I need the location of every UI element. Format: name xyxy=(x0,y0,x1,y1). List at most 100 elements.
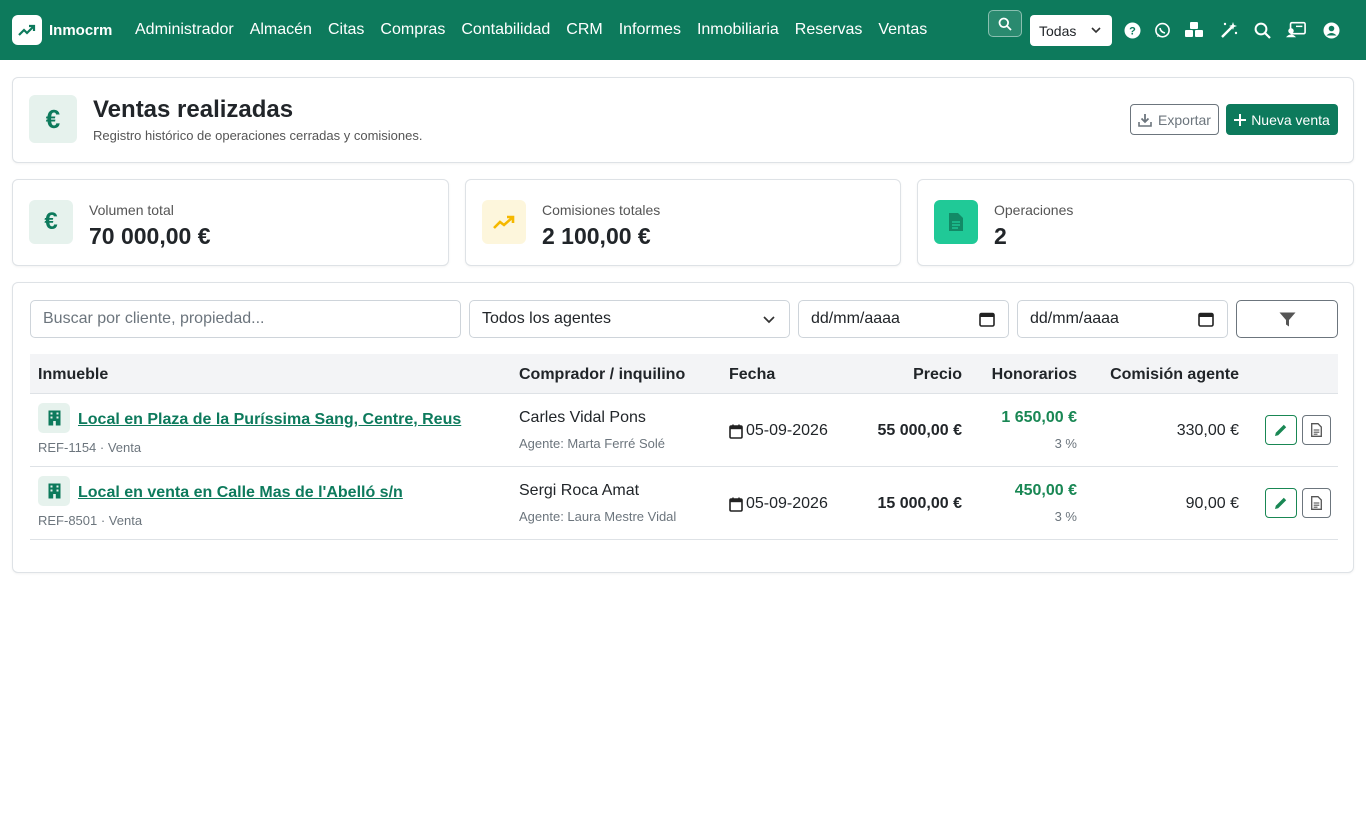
calendar-icon xyxy=(1198,312,1214,327)
search-input[interactable]: Buscar por cliente, propiedad... xyxy=(30,300,461,338)
export-button[interactable]: Exportar xyxy=(1130,104,1219,135)
trending-up-icon xyxy=(482,200,526,244)
sale-date-value: 05-09-2026 xyxy=(746,495,828,512)
buyer-name: Carles Vidal Pons xyxy=(519,409,646,426)
download-icon xyxy=(1138,113,1152,127)
stat-value: 2 xyxy=(994,223,1007,249)
euro-icon: € xyxy=(29,95,77,143)
edit-button[interactable] xyxy=(1265,415,1297,445)
col-header-comision[interactable]: Comisión agente xyxy=(1110,366,1239,384)
date-from-input[interactable]: dd/mm/aaaa xyxy=(798,300,1009,338)
euro-icon: € xyxy=(29,200,73,244)
edit-button[interactable] xyxy=(1265,488,1297,518)
property-ref: REF-1154 · Venta xyxy=(38,440,142,455)
chevron-down-icon xyxy=(1091,27,1101,34)
plus-icon xyxy=(1234,113,1247,126)
scope-select-value: Todas xyxy=(1039,22,1077,39)
export-label: Exportar xyxy=(1158,111,1211,128)
nav-link-contabilidad[interactable]: Contabilidad xyxy=(453,21,558,39)
nav-link-citas[interactable]: Citas xyxy=(320,21,372,39)
agent-name: Agente: Marta Ferré Solé xyxy=(519,436,665,451)
pencil-icon xyxy=(1275,424,1287,436)
stat-label: Operaciones xyxy=(994,202,1074,218)
col-header-honorarios[interactable]: Honorarios xyxy=(992,366,1077,384)
chevron-down-icon xyxy=(763,316,775,324)
sale-price: 55 000,00 € xyxy=(877,422,962,439)
document-button[interactable] xyxy=(1302,488,1331,518)
stat-value: 2 100,00 € xyxy=(542,223,651,249)
search-icon[interactable] xyxy=(1252,20,1272,40)
nav-link-administrador[interactable]: Administrador xyxy=(127,21,242,39)
nav-link-crm[interactable]: CRM xyxy=(558,21,610,39)
document-icon xyxy=(1311,423,1322,437)
building-icon xyxy=(38,403,70,433)
filter-icon xyxy=(1279,312,1295,326)
document-icon xyxy=(1311,496,1322,510)
nav-link-inmobiliaria[interactable]: Inmobiliaria xyxy=(689,21,787,39)
sales-table-card: Buscar por cliente, propiedad... Todos l… xyxy=(12,282,1354,573)
brand-name: Inmocrm xyxy=(49,21,113,39)
document-icon xyxy=(934,200,978,244)
col-header-precio[interactable]: Precio xyxy=(913,366,962,384)
property-ref: REF-8501 · Venta xyxy=(38,513,143,528)
agent-commission: 90,00 € xyxy=(1185,495,1239,512)
stat-label: Comisiones totales xyxy=(542,202,661,218)
fee-amount: 1 650,00 € xyxy=(1001,409,1077,426)
date-from-placeholder: dd/mm/aaaa xyxy=(811,310,900,327)
svg-text:?: ? xyxy=(1129,25,1136,37)
trending-up-icon xyxy=(12,15,42,45)
fee-percent: 3 % xyxy=(1054,509,1077,524)
top-navbar: Inmocrm Administrador Almacén Citas Comp… xyxy=(0,0,1366,60)
table-row: Local en Plaza de la Puríssima Sang, Cen… xyxy=(30,394,1338,467)
main-menu: Administrador Almacén Citas Compras Cont… xyxy=(127,0,935,60)
global-search-button[interactable] xyxy=(988,10,1022,37)
scope-select[interactable]: Todas xyxy=(1030,15,1112,46)
stat-card-volume: € Volumen total 70 000,00 € xyxy=(12,179,449,266)
id-card-icon[interactable] xyxy=(1286,20,1306,40)
help-icon[interactable]: ? xyxy=(1122,20,1142,40)
page-subtitle: Registro histórico de operaciones cerrad… xyxy=(93,128,423,143)
stat-card-commissions: Comisiones totales 2 100,00 € xyxy=(465,179,901,266)
magic-wand-icon[interactable] xyxy=(1219,20,1239,40)
property-link[interactable]: Local en Plaza de la Puríssima Sang, Cen… xyxy=(78,411,461,429)
sale-date: 05-09-2026 xyxy=(729,422,828,440)
agent-name: Agente: Laura Mestre Vidal xyxy=(519,509,677,524)
new-sale-button[interactable]: Nueva venta xyxy=(1226,104,1338,135)
col-header-inmueble[interactable]: Inmueble xyxy=(38,366,108,384)
nav-link-reservas[interactable]: Reservas xyxy=(787,21,871,39)
agent-select-value: Todos los agentes xyxy=(482,310,611,327)
nav-link-informes[interactable]: Informes xyxy=(611,21,689,39)
col-header-fecha[interactable]: Fecha xyxy=(729,366,775,384)
stat-label: Volumen total xyxy=(89,202,174,218)
nav-link-ventas[interactable]: Ventas xyxy=(870,21,935,39)
table-row: Local en venta en Calle Mas de l'Abelló … xyxy=(30,467,1338,540)
new-sale-label: Nueva venta xyxy=(1251,111,1330,128)
nav-link-compras[interactable]: Compras xyxy=(372,21,453,39)
stat-card-operations: Operaciones 2 xyxy=(917,179,1354,266)
fee-percent: 3 % xyxy=(1054,436,1077,451)
filter-button[interactable] xyxy=(1236,300,1338,338)
col-header-comprador[interactable]: Comprador / inquilino xyxy=(519,366,685,384)
document-button[interactable] xyxy=(1302,415,1331,445)
agent-select[interactable]: Todos los agentes xyxy=(469,300,790,338)
date-to-placeholder: dd/mm/aaaa xyxy=(1030,310,1119,327)
building-icon xyxy=(38,476,70,506)
user-icon[interactable] xyxy=(1321,20,1341,40)
calendar-icon xyxy=(729,424,743,439)
date-to-input[interactable]: dd/mm/aaaa xyxy=(1017,300,1228,338)
calendar-icon xyxy=(729,497,743,512)
boxes-icon[interactable] xyxy=(1184,20,1204,40)
stat-value: 70 000,00 € xyxy=(89,223,211,249)
whatsapp-icon[interactable] xyxy=(1152,20,1172,40)
property-link[interactable]: Local en venta en Calle Mas de l'Abelló … xyxy=(78,484,403,502)
buyer-name: Sergi Roca Amat xyxy=(519,482,640,499)
sale-date-value: 05-09-2026 xyxy=(746,422,828,439)
table-header: Inmueble Comprador / inquilino Fecha Pre… xyxy=(30,354,1338,394)
pencil-icon xyxy=(1275,497,1287,509)
fee-amount: 450,00 € xyxy=(1014,482,1077,499)
sale-price: 15 000,00 € xyxy=(877,495,962,512)
page-header: € Ventas realizadas Registro histórico d… xyxy=(12,77,1354,163)
search-icon xyxy=(998,17,1012,31)
nav-link-almacen[interactable]: Almacén xyxy=(242,21,320,39)
brand[interactable]: Inmocrm xyxy=(12,15,112,45)
